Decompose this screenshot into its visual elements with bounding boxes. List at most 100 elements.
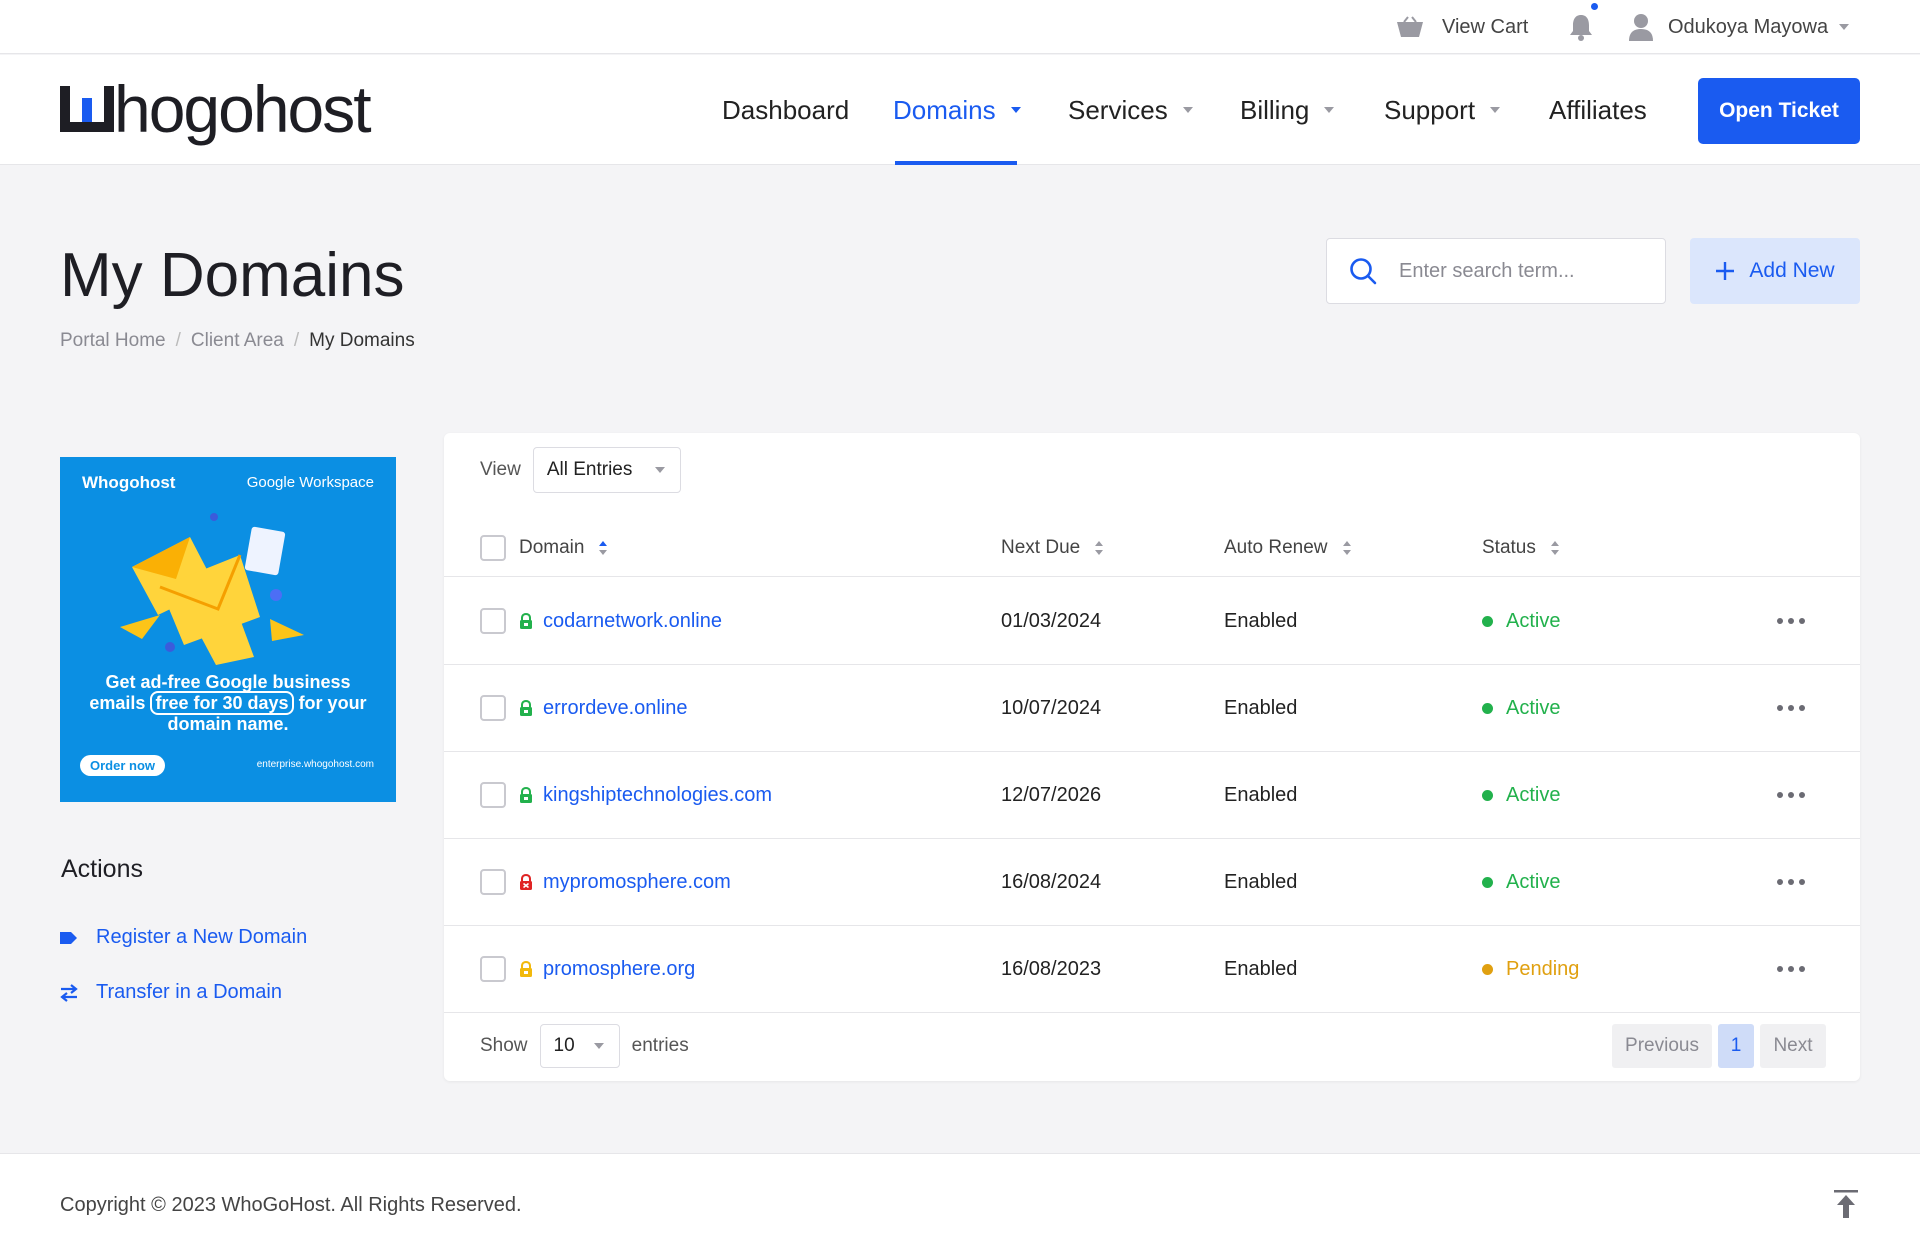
table-row[interactable]: errordeve.online 10/07/2024 Enabled Acti… <box>444 665 1860 752</box>
sort-icon <box>1550 540 1559 555</box>
table-row[interactable]: promosphere.org 16/08/2023 Enabled Pendi… <box>444 926 1860 1013</box>
row-checkbox[interactable] <box>480 695 506 721</box>
breadcrumb-client-area[interactable]: Client Area <box>191 330 284 352</box>
active-nav-indicator <box>895 161 1017 165</box>
row-checkbox[interactable] <box>480 608 506 634</box>
scroll-to-top-icon[interactable] <box>1833 1189 1859 1219</box>
table-row[interactable]: codarnetwork.online 01/03/2024 Enabled A… <box>444 578 1860 665</box>
promo-headline-2c: for your <box>298 693 367 713</box>
row-checkbox[interactable] <box>480 782 506 808</box>
table-row[interactable]: mypromosphere.com 16/08/2024 Enabled Act… <box>444 839 1860 926</box>
tag-icon <box>60 931 77 944</box>
domain-link[interactable]: mypromosphere.com <box>543 871 731 894</box>
view-select-value: All Entries <box>546 459 633 480</box>
column-header-domain[interactable]: Domain <box>519 519 608 576</box>
promo-headline: Get ad-free Google business emails free … <box>70 672 386 735</box>
domain-link[interactable]: codarnetwork.online <box>543 610 722 633</box>
view-select[interactable]: All Entries <box>532 447 682 493</box>
row-checkbox-cell <box>480 926 506 1012</box>
row-checkbox-cell <box>480 665 506 751</box>
nav-services[interactable]: Services <box>1068 55 1194 165</box>
nav-domains[interactable]: Domains <box>893 55 1022 165</box>
auto-renew-cell: Enabled <box>1224 957 1298 980</box>
nav-affiliates[interactable]: Affiliates <box>1549 55 1647 165</box>
breadcrumb-separator: / <box>293 330 300 351</box>
promo-order-button[interactable]: Order now <box>80 755 166 776</box>
domain-link[interactable]: errordeve.online <box>543 697 688 720</box>
view-filter: View All Entries <box>480 447 682 493</box>
status-badge: Active <box>1482 752 1560 838</box>
promo-partner: Google Workspace <box>246 474 374 491</box>
column-header-auto-renew[interactable]: Auto Renew <box>1224 519 1352 576</box>
top-utility-bar: View Cart Odukoya Mayowa <box>0 0 1920 54</box>
row-checkbox[interactable] <box>480 869 506 895</box>
whogohost-logo[interactable]: hogohost <box>60 72 372 146</box>
chevron-down-icon <box>1490 107 1501 113</box>
view-cart-link[interactable]: View Cart <box>1396 0 1528 54</box>
logo-wordmark: hogohost <box>114 72 372 146</box>
select-all-checkbox[interactable] <box>480 534 506 561</box>
open-ticket-button[interactable]: Open Ticket <box>1698 78 1860 144</box>
next-page-button[interactable]: Next <box>1760 1024 1826 1068</box>
chevron-down-icon <box>1839 24 1850 30</box>
breadcrumb: Portal Home / Client Area / My Domains <box>60 330 415 352</box>
previous-page-button[interactable]: Previous <box>1612 1024 1712 1068</box>
user-icon <box>1629 14 1653 41</box>
google-workspace-promo-banner[interactable]: Whogohost Google Workspace Get ad-free G… <box>60 457 396 802</box>
view-cart-label: View Cart <box>1442 15 1529 38</box>
column-header-next-due-label: Next Due <box>1001 536 1081 558</box>
column-header-next-due[interactable]: Next Due <box>1001 519 1104 576</box>
domain-link[interactable]: kingshiptechnologies.com <box>543 784 772 807</box>
promo-headline-line-2: emails free for 30 days for your <box>70 691 386 715</box>
column-header-status[interactable]: Status <box>1482 519 1560 576</box>
nav-support[interactable]: Support <box>1384 55 1501 165</box>
status-label: Pending <box>1506 957 1580 980</box>
row-actions-button[interactable] <box>1777 665 1805 751</box>
user-menu[interactable]: Odukoya Mayowa <box>1628 0 1864 54</box>
chevron-down-icon <box>1324 107 1335 113</box>
envelopes-illustration-icon <box>120 513 304 665</box>
table-header-row: Domain Next Due Auto Renew Status <box>444 519 1860 577</box>
auto-renew-cell: Enabled <box>1224 783 1298 806</box>
page-number-button[interactable]: 1 <box>1718 1024 1754 1068</box>
basket-icon <box>1397 16 1423 37</box>
row-actions-button[interactable] <box>1777 752 1805 838</box>
domain-cell: kingshiptechnologies.com <box>519 752 772 838</box>
search-box <box>1326 238 1666 304</box>
nav-billing[interactable]: Billing <box>1240 55 1335 165</box>
status-dot <box>1482 702 1493 714</box>
auto-renew-cell: Enabled <box>1224 696 1298 719</box>
notifications-button[interactable] <box>1566 0 1600 54</box>
row-actions-button[interactable] <box>1777 839 1805 925</box>
transfer-domain-link[interactable]: Transfer in a Domain <box>60 981 282 1004</box>
lock-icon <box>520 699 532 716</box>
status-label: Active <box>1506 609 1561 632</box>
page-title: My Domains <box>60 241 405 310</box>
domain-cell: mypromosphere.com <box>519 839 731 925</box>
main-header: hogohost Dashboard Domains Services Bill… <box>0 55 1920 165</box>
search-input[interactable] <box>1399 259 1639 283</box>
register-domain-link[interactable]: Register a New Domain <box>60 926 307 949</box>
more-options-icon <box>1777 705 1805 711</box>
next-due-cell: 12/07/2026 <box>1001 783 1102 806</box>
copyright-text: Copyright © 2023 WhoGoHost. All Rights R… <box>60 1194 522 1216</box>
domains-table-card: View All Entries Domain Next Due Auto Re… <box>444 433 1860 1081</box>
row-actions-button[interactable] <box>1777 926 1805 1012</box>
nav-support-label: Support <box>1384 94 1476 125</box>
nav-dashboard[interactable]: Dashboard <box>722 55 849 165</box>
page-size-control: Show 10 entries <box>480 1024 689 1068</box>
next-due-cell: 16/08/2024 <box>1001 870 1102 893</box>
promo-url: enterprise.whogohost.com <box>256 759 374 770</box>
domain-link[interactable]: promosphere.org <box>543 958 695 981</box>
nav-domains-label: Domains <box>893 94 996 125</box>
page-size-select[interactable]: 10 <box>539 1024 620 1068</box>
add-new-button[interactable]: Add New <box>1690 238 1860 304</box>
search-icon <box>1350 258 1377 285</box>
breadcrumb-separator: / <box>175 330 181 351</box>
row-checkbox[interactable] <box>480 956 506 982</box>
row-actions-button[interactable] <box>1777 578 1805 664</box>
table-row[interactable]: kingshiptechnologies.com 12/07/2026 Enab… <box>444 752 1860 839</box>
promo-headline-2a: emails <box>89 693 146 713</box>
lock-icon <box>520 786 532 803</box>
breadcrumb-portal-home[interactable]: Portal Home <box>60 330 166 352</box>
